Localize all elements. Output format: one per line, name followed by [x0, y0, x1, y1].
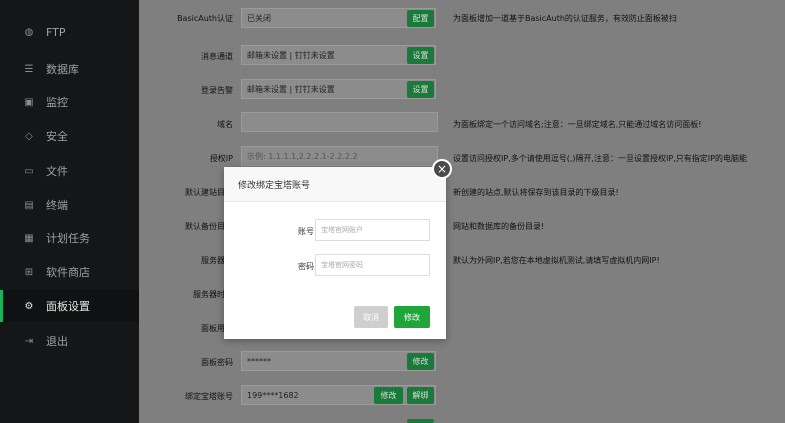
sidebar-item-label: 面板设置 [46, 300, 90, 313]
account-placeholder: 宝塔官网账户 [321, 226, 363, 234]
basicauth-config-button[interactable]: 配置 [407, 10, 434, 27]
sidebar-item-label: 安全 [46, 130, 68, 143]
auth-ip-hint: 设置访问授权IP,多个请使用逗号(,)隔开,注意：一旦设置授权IP,只有指定IP… [453, 154, 747, 163]
basicauth-hint: 为面板增加一道基于BasicAuth的认证服务，有效防止面板被扫 [453, 14, 677, 23]
password-input[interactable]: 宝塔官网密码 [315, 254, 430, 276]
password-label: 密码 [298, 262, 314, 271]
panel-password-value: ****** [247, 356, 271, 366]
bt-account-value: 199****1682 [247, 390, 299, 400]
password-placeholder: 宝塔官网密码 [321, 261, 363, 269]
sidebar-item-files[interactable]: ▭ 文件 [0, 155, 139, 187]
panel-password-edit-button[interactable]: 修改 [407, 353, 434, 370]
login-alert-setup-button[interactable]: 设置 [407, 81, 434, 98]
sidebar: ◍ FTP ☰ 数据库 ▣ 监控 ◇ 安全 ▭ 文件 ▤ 终端 ▦ 计划任务 ⊞… [0, 0, 139, 423]
domain-hint: 为面板绑定一个访问域名;注意：一旦绑定域名,只能通过域名访问面板! [453, 120, 702, 129]
sidebar-item-label: 监控 [46, 96, 68, 109]
sidebar-item-store[interactable]: ⊞ 软件商店 [0, 256, 139, 288]
server-time-label: 服务器时 [193, 290, 225, 299]
sidebar-item-label: 文件 [46, 165, 68, 178]
calendar-icon: ▦ [24, 232, 34, 244]
sidebar-item-label: 退出 [46, 335, 68, 348]
folder-icon: ▭ [24, 165, 34, 177]
confirm-button[interactable]: 修改 [394, 306, 430, 328]
sidebar-item-cron[interactable]: ▦ 计划任务 [0, 222, 139, 254]
active-indicator [0, 290, 3, 322]
panel-password-label: 面板密码 [201, 358, 233, 367]
next-row-button[interactable] [407, 419, 434, 423]
bt-account-edit-button[interactable]: 修改 [374, 387, 403, 404]
globe-icon: ◍ [24, 26, 34, 38]
sidebar-item-monitor[interactable]: ▣ 监控 [0, 86, 139, 118]
auth-ip-placeholder: 示例: 1.1.1.1,2.2.2.1-2.2.2.2 [247, 151, 358, 161]
account-label: 账号 [298, 227, 314, 236]
modal-title: 修改绑定宝塔账号 [238, 180, 311, 191]
close-icon[interactable]: × [432, 159, 452, 179]
account-input[interactable]: 宝塔官网账户 [315, 219, 430, 241]
login-alert-value: 邮箱未设置 | 钉钉未设置 [247, 84, 335, 94]
bind-account-modal: 修改绑定宝塔账号 账号 宝塔官网账户 密码 宝塔官网密码 取消 修改 [224, 167, 446, 339]
terminal-icon: ▤ [24, 199, 34, 211]
sidebar-item-label: 软件商店 [46, 266, 90, 279]
basicauth-value: 已关闭 [247, 13, 271, 23]
sidebar-item-security[interactable]: ◇ 安全 [0, 120, 139, 152]
default-backup-label: 默认备份目 [185, 222, 225, 231]
auth-ip-label: 授权IP [209, 154, 233, 163]
default-site-label: 默认建站目 [185, 188, 225, 197]
sidebar-item-terminal[interactable]: ▤ 终端 [0, 189, 139, 221]
shield-icon: ◇ [25, 130, 33, 142]
panel-user-label: 面板用 [201, 324, 225, 333]
sidebar-item-label: 终端 [46, 199, 68, 212]
login-alert-label: 登录告警 [201, 86, 233, 95]
domain-input[interactable] [241, 112, 438, 132]
sidebar-item-label: 数据库 [46, 63, 79, 76]
server-ip-hint: 默认为外网IP,若您在本地虚拟机测试,请填写虚拟机内网IP! [453, 256, 660, 265]
modal-header: 修改绑定宝塔账号 [224, 167, 446, 202]
monitor-icon: ▣ [24, 96, 34, 108]
grid-icon: ⊞ [24, 266, 34, 278]
bt-account-unbind-button[interactable]: 解绑 [407, 387, 434, 404]
sidebar-item-panel-settings[interactable]: ⚙ 面板设置 [0, 290, 139, 322]
default-backup-hint: 网站和数据库的备份目录! [453, 222, 545, 231]
bt-account-label: 绑定宝塔账号 [185, 392, 233, 401]
cancel-button[interactable]: 取消 [354, 306, 388, 328]
sidebar-item-database[interactable]: ☰ 数据库 [0, 53, 139, 85]
notify-setup-button[interactable]: 设置 [407, 47, 434, 64]
database-icon: ☰ [24, 63, 34, 75]
sidebar-item-ftp[interactable]: ◍ FTP [0, 16, 139, 48]
domain-label: 域名 [217, 120, 233, 129]
logout-icon: ⇥ [24, 335, 34, 347]
notify-label: 消息通道 [201, 52, 233, 61]
sidebar-item-logout[interactable]: ⇥ 退出 [0, 325, 139, 357]
notify-value: 邮箱未设置 | 钉钉未设置 [247, 50, 335, 60]
gear-icon: ⚙ [24, 300, 34, 312]
sidebar-item-label: FTP [46, 25, 66, 39]
server-ip-label: 服务器 [201, 256, 225, 265]
auth-ip-input[interactable]: 示例: 1.1.1.1,2.2.2.1-2.2.2.2 [241, 146, 438, 166]
sidebar-item-label: 计划任务 [46, 232, 90, 245]
basicauth-label: BasicAuth认证 [177, 14, 233, 23]
default-site-hint: 新创建的站点,默认将保存到该目录的下级目录! [453, 188, 619, 197]
